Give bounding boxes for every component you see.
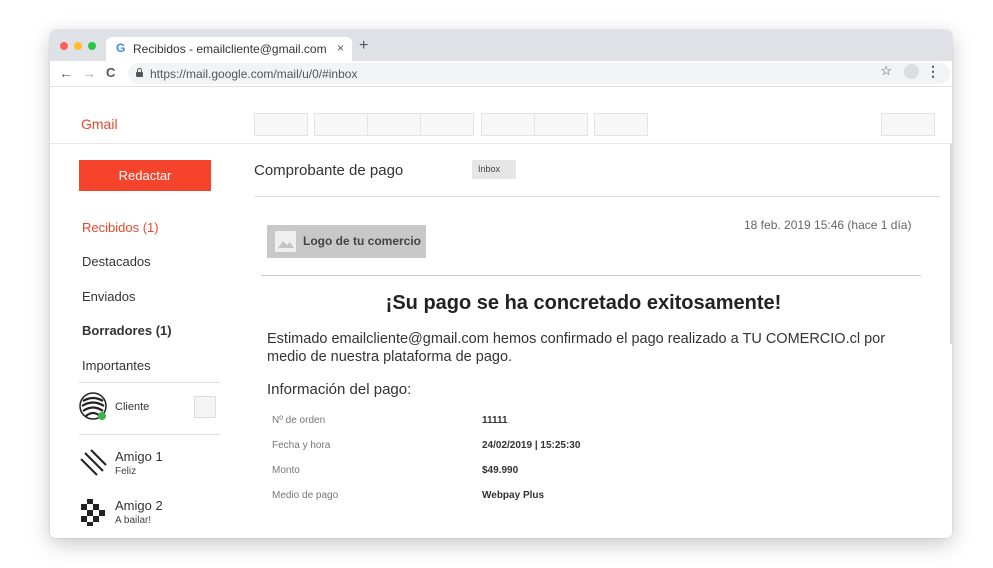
address-bar[interactable]: https://mail.google.com/mail/u/0/#inbox xyxy=(128,63,950,84)
google-favicon-icon: G xyxy=(116,41,126,55)
profile-avatar[interactable] xyxy=(904,64,919,79)
browser-window: G Recibidos - emailcliente@gmail.com × +… xyxy=(50,30,952,538)
browser-toolbar: ← → C https://mail.google.com/mail/u/0/#… xyxy=(50,61,952,87)
scrollbar[interactable] xyxy=(950,144,952,344)
toolbar-button[interactable] xyxy=(881,113,935,136)
bookmark-star-icon[interactable]: ☆ xyxy=(880,63,892,79)
maximize-window-button[interactable] xyxy=(88,42,96,50)
subject-divider xyxy=(254,196,940,197)
contact-checkbox[interactable] xyxy=(194,396,216,418)
email-headline: ¡Su pago se ha concretado exitosamente! xyxy=(385,292,782,314)
browser-tab[interactable]: G Recibidos - emailcliente@gmail.com × xyxy=(106,37,352,61)
forward-icon[interactable]: → xyxy=(82,65,96,81)
toolbar-button[interactable] xyxy=(534,113,588,136)
contact-name[interactable]: Cliente xyxy=(115,401,149,413)
toolbar-button[interactable] xyxy=(367,113,421,136)
toolbar-button[interactable] xyxy=(254,113,308,136)
sidebar-divider xyxy=(79,382,220,383)
contact-avatar-waves-icon xyxy=(79,392,107,420)
email-body-text: Estimado emailcliente@gmail.com hemos co… xyxy=(267,331,886,365)
email-subject: Comprobante de pago xyxy=(254,162,404,179)
compose-button[interactable]: Redactar xyxy=(79,160,211,191)
inbox-label-badge[interactable]: Inbox xyxy=(472,160,516,179)
close-tab-icon[interactable]: × xyxy=(337,41,344,55)
minimize-window-button[interactable] xyxy=(74,42,82,50)
toolbar-button[interactable] xyxy=(481,113,535,136)
tab-title: Recibidos - emailcliente@gmail.com xyxy=(133,42,327,56)
merchant-logo-placeholder: Logo de tu comercio xyxy=(267,225,426,258)
detail-value: 24/02/2019 | 15:25:30 xyxy=(482,440,581,451)
toolbar-button[interactable] xyxy=(420,113,474,136)
contact-name[interactable]: Amigo 1 xyxy=(115,449,163,464)
sidebar-item-recibidos[interactable]: Recibidos (1) xyxy=(82,220,159,235)
url-text: https://mail.google.com/mail/u/0/#inbox xyxy=(150,67,358,81)
sidebar-item-enviados[interactable]: Enviados xyxy=(82,289,135,304)
tab-bar: G Recibidos - emailcliente@gmail.com × + xyxy=(50,30,952,61)
sidebar-item-destacados[interactable]: Destacados xyxy=(82,254,151,269)
browser-menu-icon[interactable]: ⋮ xyxy=(926,63,940,80)
back-icon[interactable]: ← xyxy=(59,65,73,81)
reload-icon[interactable]: C xyxy=(106,65,115,80)
toolbar-button[interactable] xyxy=(594,113,648,136)
detail-value: 11111 xyxy=(482,415,508,426)
contact-avatar-checker-icon xyxy=(80,499,106,526)
gmail-app: Gmail Redactar Recibidos (1) Destacados … xyxy=(50,88,952,538)
detail-value: Webpay Plus xyxy=(482,490,545,501)
sidebar-item-importantes[interactable]: Importantes xyxy=(82,358,151,373)
detail-label: Medio de pago xyxy=(272,490,339,501)
toolbar-button[interactable] xyxy=(314,113,368,136)
detail-value: $49.990 xyxy=(482,465,519,476)
payment-info-title: Información del pago: xyxy=(267,381,412,398)
lock-icon xyxy=(136,68,143,77)
contact-avatar-stripes-icon xyxy=(80,449,107,476)
close-window-button[interactable] xyxy=(60,42,68,50)
detail-label: Fecha y hora xyxy=(272,440,331,451)
image-placeholder-icon xyxy=(275,231,296,252)
gmail-logo[interactable]: Gmail xyxy=(81,116,118,132)
header-divider xyxy=(50,143,952,144)
email-date: 18 feb. 2019 15:46 (hace 1 día) xyxy=(744,218,912,232)
sidebar-item-borradores[interactable]: Borradores (1) xyxy=(82,323,172,338)
email-header-divider xyxy=(261,275,921,276)
detail-label: Nº de orden xyxy=(272,415,326,426)
contact-name[interactable]: Amigo 2 xyxy=(115,498,163,513)
logo-text: Logo de tu comercio xyxy=(303,234,422,248)
detail-label: Monto xyxy=(272,465,300,476)
new-tab-icon[interactable]: + xyxy=(359,37,368,55)
contact-status: A bailar! xyxy=(115,515,152,526)
contact-status: Feliz xyxy=(115,466,137,477)
sidebar-divider xyxy=(79,434,220,435)
